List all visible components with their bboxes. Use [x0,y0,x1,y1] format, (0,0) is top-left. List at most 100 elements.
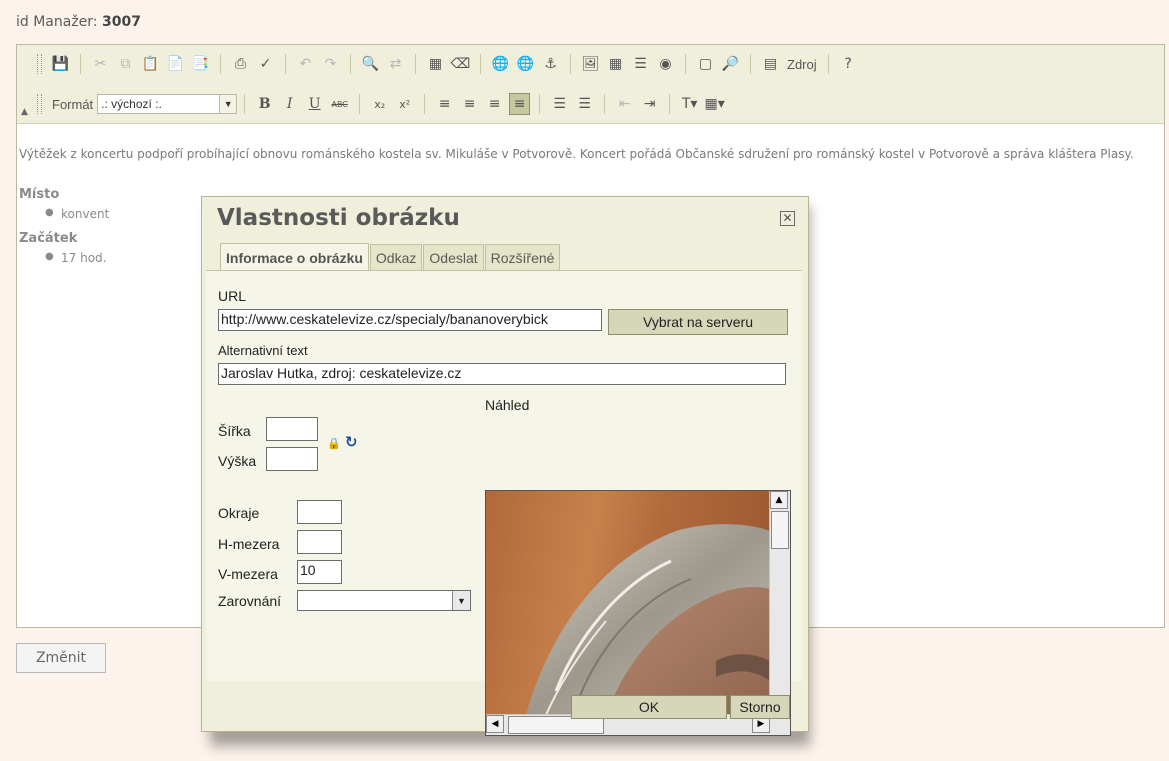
list-item: ● konvent [45,207,110,221]
ok-button[interactable]: OK [571,695,727,719]
image-icon[interactable]: 🖼 [580,53,601,75]
chevron-down-icon[interactable]: ▼ [452,591,470,610]
undo-icon[interactable]: ↶ [295,53,316,75]
paste-word-icon[interactable]: 📑 [190,53,211,75]
browse-server-button[interactable]: Vybrat na serveru [608,309,788,335]
scroll-up-icon[interactable]: ▲ [770,491,788,509]
format-dropdown[interactable]: .: výchozí :. ▼ [97,94,238,114]
background-color-icon[interactable]: ▦▾ [704,93,725,115]
height-input[interactable] [266,447,318,471]
align-center-icon[interactable]: ≡ [459,93,480,115]
url-input[interactable]: http://www.ceskatelevize.cz/specialy/ban… [218,309,602,331]
source-button-label[interactable]: Zdroj [787,57,817,72]
redo-icon[interactable]: ↷ [320,53,341,75]
source-icon[interactable]: ▤ [760,53,781,75]
dialog-footer: OK Storno [206,683,802,727]
italic-icon[interactable]: I [279,93,300,115]
border-label: Okraje [218,505,260,521]
tab-image-info[interactable]: Informace o obrázku [220,243,369,271]
spellcheck-icon[interactable]: ✓ [255,53,276,75]
help-icon[interactable]: ? [838,53,859,75]
align-left-icon[interactable]: ≡ [434,93,455,115]
dialog-title: Vlastnosti obrázku [217,205,460,231]
vspace-input[interactable]: 10 [297,560,342,584]
width-label: Šířka [218,423,251,439]
tab-link[interactable]: Odkaz [369,244,423,270]
toolbar-row-1: 💾 ✂ ⧉ 📋 📄 📑 ⎙ ✓ ↶ ↷ 🔍 ⇄ ▦ ⌫ 🌐 🌐 ⚓ 🖼 ▦ ☰ … [33,51,861,77]
manager-label: id Manažer: [16,14,98,30]
unlink-icon[interactable]: 🌐 [515,53,536,75]
format-label: Formát [52,96,94,112]
underline-icon[interactable]: U [304,93,325,115]
reset-size-icon[interactable]: ↻ [345,433,358,451]
paste-text-icon[interactable]: 📄 [165,53,186,75]
hspace-input[interactable] [297,530,342,554]
content-paragraph: Výtěžek z koncertu podpoří probíhající o… [19,147,1134,161]
start-value: 17 hod. [61,251,107,265]
replace-icon[interactable]: ⇄ [385,53,406,75]
format-value: .: výchozí :. [101,97,162,111]
lock-ratio-icon[interactable]: 🔒 [327,437,341,450]
select-all-icon[interactable]: ▦ [425,53,446,75]
toolbar-separator [539,94,541,114]
list-item: ● 17 hod. [45,251,107,265]
subscript-icon[interactable]: x₂ [369,93,390,115]
cut-icon[interactable]: ✂ [90,53,111,75]
url-label: URL [218,288,247,304]
remove-format-icon[interactable]: ⌫ [450,53,471,75]
place-value: konvent [61,207,110,221]
image-properties-dialog: Vlastnosti obrázku ✕ Informace o obrázku… [201,196,809,736]
toolbar-separator [685,54,686,74]
bold-icon[interactable]: B [254,93,275,115]
smiley-icon[interactable]: ◉ [655,53,676,75]
print-icon[interactable]: ⎙ [230,53,251,75]
indent-icon[interactable]: ⇥ [639,93,660,115]
horizontal-rule-icon[interactable]: ☰ [630,53,651,75]
alt-text-label: Alternativní text [218,343,308,358]
save-icon[interactable]: 💾 [50,53,71,75]
manager-id-line: id Manažer: 3007 [16,14,141,30]
scroll-thumb[interactable] [771,511,789,549]
justify-icon[interactable]: ≡ [509,93,531,115]
show-blocks-icon[interactable]: ▢ [695,53,716,75]
outdent-icon[interactable]: ⇤ [614,93,635,115]
close-icon[interactable]: ✕ [780,211,795,226]
collapse-toolbar-icon[interactable]: ▲ [21,107,28,117]
tab-advanced[interactable]: Rozšířené [484,244,561,270]
manager-id: 3007 [101,14,141,30]
toolbar-grip [37,54,42,74]
bullet-icon: ● [45,207,54,218]
start-heading: Začátek [19,231,78,246]
toolbar-separator [827,54,829,74]
width-input[interactable] [266,417,318,441]
paste-icon[interactable]: 📋 [140,53,161,75]
hspace-label: H-mezera [218,536,280,552]
strikethrough-icon[interactable]: ABC [329,93,350,115]
toolbar-row-2: Formát .: výchozí :. ▼ B I U ABC x₂ x² ≡… [33,91,727,117]
place-heading: Místo [19,187,60,202]
unordered-list-icon[interactable]: ☰ [574,93,595,115]
preview-vertical-scrollbar[interactable]: ▲ ▼ [769,491,790,715]
align-right-icon[interactable]: ≡ [484,93,505,115]
change-button[interactable]: Změnit [16,643,106,673]
chevron-down-icon[interactable]: ▼ [219,95,237,113]
cancel-button[interactable]: Storno [730,695,790,719]
vspace-label: V-mezera [218,566,278,582]
portrait-image [526,524,770,715]
superscript-icon[interactable]: x² [394,93,415,115]
border-input[interactable] [297,500,342,524]
link-icon[interactable]: 🌐 [490,53,511,75]
ordered-list-icon[interactable]: ☰ [549,93,570,115]
table-icon[interactable]: ▦ [605,53,626,75]
height-label: Výška [218,453,257,469]
toolbar-separator [570,54,571,74]
align-select[interactable]: ▼ [297,590,471,611]
find-icon[interactable]: 🔍 [360,53,381,75]
anchor-icon[interactable]: ⚓ [540,53,561,75]
text-color-icon[interactable]: T▾ [679,93,700,115]
dialog-tabs: Informace o obrázku Odkaz Odeslat Rozšíř… [220,243,561,271]
preview-icon[interactable]: 🔎 [720,53,741,75]
copy-icon[interactable]: ⧉ [115,53,136,75]
tab-upload[interactable]: Odeslat [423,244,484,270]
alt-text-input[interactable]: Jaroslav Hutka, zdroj: ceskatelevize.cz [218,363,786,385]
